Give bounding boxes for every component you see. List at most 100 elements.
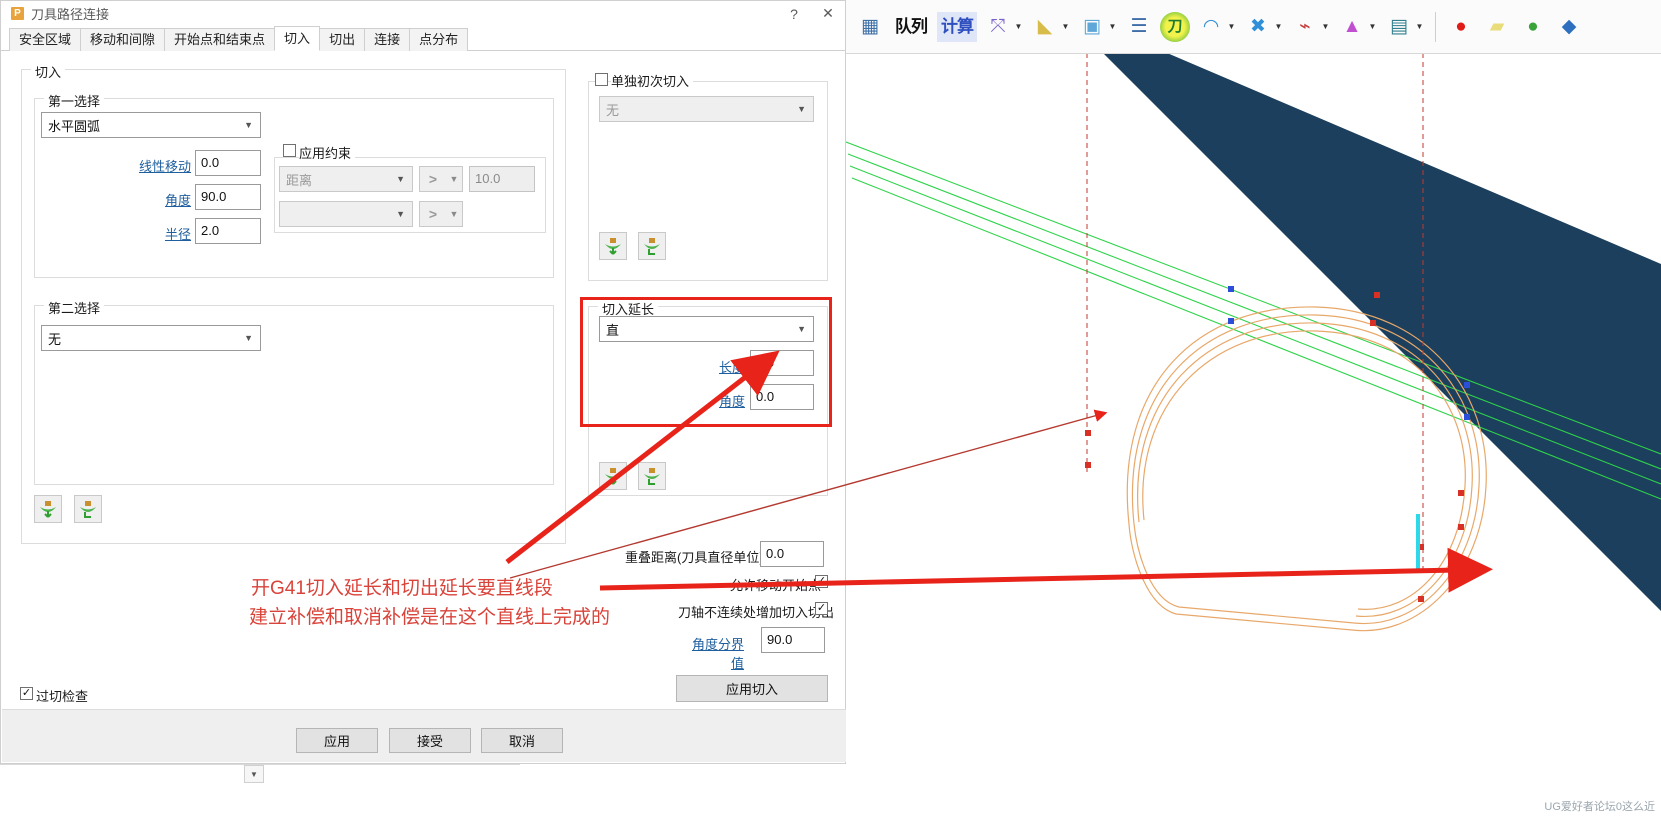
csys-axis-icon[interactable]: ⤧ — [983, 12, 1013, 42]
overlap-distance-label: 重叠距离(刀具直径单位) — [625, 550, 764, 565]
axis-discontinuity-checkbox[interactable]: ✓ — [815, 602, 828, 615]
tool-knife-icon[interactable]: 刀 — [1160, 11, 1190, 42]
chevron-down-icon[interactable]: ▼ — [1367, 12, 1378, 42]
calculator-icon[interactable]: ▦ — [855, 12, 885, 42]
boundary-loop-icon[interactable]: ◠ — [1196, 12, 1226, 42]
chevron-down-icon[interactable]: ▼ — [244, 333, 253, 343]
tab-lead-out[interactable]: 切出 — [319, 28, 366, 51]
chevron-down-icon[interactable]: ▼ — [797, 104, 806, 114]
machine-icon[interactable]: ▤ — [1384, 12, 1414, 42]
toolbar-item-block[interactable]: ▣ ▼ — [1074, 5, 1121, 49]
constraint-type-select-1[interactable]: 距离 ▼ — [279, 166, 413, 192]
toolbar-item-tool[interactable]: 刀 — [1157, 5, 1193, 49]
chevron-down-icon[interactable]: ▼ — [396, 174, 405, 184]
toolbar-item-pattern[interactable]: ✖ ▼ — [1240, 5, 1287, 49]
block-icon[interactable]: ▣ — [1077, 12, 1107, 42]
drill-tool-icon[interactable]: ⌁ — [1290, 12, 1320, 42]
pattern-star-icon[interactable]: ✖ — [1243, 12, 1273, 42]
separate-first-lead-in-checkbox[interactable] — [595, 73, 608, 86]
tab-connection[interactable]: 连接 — [364, 28, 411, 51]
apply-lead-in-button[interactable]: 应用切入 — [676, 675, 828, 702]
list-icon[interactable]: ☰ — [1124, 12, 1154, 42]
toolbar-item-calculator[interactable]: ▦ — [852, 5, 888, 49]
overlap-distance-input[interactable]: 0.0 — [760, 541, 824, 567]
chevron-down-icon[interactable]: ▼ — [1320, 12, 1331, 42]
chevron-down-icon[interactable]: ▼ — [396, 209, 405, 219]
apply-button[interactable]: 应用 — [296, 728, 378, 753]
chevron-down-icon[interactable]: ▼ — [1060, 12, 1071, 42]
separate-first-type-select[interactable]: 无 ▼ — [599, 96, 814, 122]
chevron-down-icon[interactable]: ▼ — [1414, 12, 1425, 42]
first-lead-in-plant-forward-icon[interactable] — [599, 232, 627, 260]
gouge-check-checkbox[interactable]: ✓ — [20, 687, 33, 700]
extend-plant-back-icon[interactable] — [638, 462, 666, 490]
scroll-down-icon[interactable]: ▼ — [244, 765, 264, 783]
lead-in-plant-back-icon[interactable] — [74, 495, 102, 523]
chevron-down-icon[interactable]: ▼ — [1107, 12, 1118, 42]
lead-in-plant-forward-icon[interactable] — [34, 495, 62, 523]
extend-plant-forward-icon[interactable] — [599, 462, 627, 490]
toolbar-item-record[interactable]: ● — [1443, 5, 1479, 49]
radius-input[interactable]: 2.0 — [195, 218, 261, 244]
allow-move-start-checkbox[interactable]: ✓ — [815, 575, 828, 588]
toolbar-item-drill[interactable]: ⌁ ▼ — [1287, 5, 1334, 49]
tab-safe-zone[interactable]: 安全区域 — [9, 28, 82, 51]
help-button[interactable]: ? — [777, 1, 811, 26]
queue-text-icon[interactable]: 队列 — [891, 12, 931, 42]
linear-move-label[interactable]: 线性移动 — [121, 156, 191, 175]
toolbar-item-machine[interactable]: ▤ ▼ — [1381, 5, 1428, 49]
toolbar-item-sphere[interactable]: ● — [1515, 5, 1551, 49]
tab-start-end-point[interactable]: 开始点和结束点 — [164, 28, 276, 51]
constraint-type-select-2[interactable]: ▼ — [279, 201, 413, 227]
chevron-down-icon[interactable]: ▼ — [1226, 12, 1237, 42]
chevron-down-icon[interactable]: ▼ — [446, 174, 462, 184]
tab-move-clearance[interactable]: 移动和间隙 — [80, 28, 166, 51]
extend-angle-input[interactable]: 0.0 — [750, 384, 814, 410]
toolbar-item-boundary[interactable]: ◠ ▼ — [1193, 5, 1240, 49]
toolbar-item-levels[interactable]: ▲ ▼ — [1334, 5, 1381, 49]
angle-threshold-input[interactable]: 90.0 — [761, 627, 825, 653]
chevron-down-icon[interactable]: ▼ — [1273, 12, 1284, 42]
toolbar-item-solid[interactable]: ◆ — [1551, 5, 1587, 49]
angle-input[interactable]: 90.0 — [195, 184, 261, 210]
chevron-down-icon[interactable]: ▼ — [797, 324, 806, 334]
dialog-titlebar[interactable]: P 刀具路径连接 ? ✕ — [1, 1, 845, 26]
surface-icon[interactable]: ◣ — [1030, 12, 1060, 42]
toolbar-item-list[interactable]: ☰ — [1121, 5, 1157, 49]
constraint-operator-1[interactable]: > ▼ — [419, 166, 463, 192]
constraint-value-1[interactable]: 10.0 — [469, 166, 535, 192]
angle-threshold-label[interactable]: 角度分界值 — [684, 634, 744, 672]
close-icon[interactable]: ✕ — [811, 1, 845, 26]
tab-point-distribution[interactable]: 点分布 — [409, 28, 469, 51]
cad-viewport[interactable] — [846, 54, 1661, 817]
calculate-text-icon[interactable]: 计算 — [937, 11, 977, 42]
chevron-down-icon[interactable]: ▼ — [244, 120, 253, 130]
constraint-operator-2[interactable]: > ▼ — [419, 201, 463, 227]
toolbar-item-plane[interactable]: ▰ — [1479, 5, 1515, 49]
extend-length-input[interactable]: 1.0 — [750, 350, 814, 376]
apply-constraint-checkbox[interactable] — [283, 144, 296, 157]
chevron-down-icon[interactable]: ▼ — [1013, 12, 1024, 42]
cancel-button[interactable]: 取消 — [481, 728, 563, 753]
toolbar-item-calculate[interactable]: 计算 — [934, 5, 980, 49]
toolbar-item-csys[interactable]: ⤧ ▼ — [980, 5, 1027, 49]
chevron-down-icon[interactable]: ▼ — [446, 209, 462, 219]
toolbar-item-surface[interactable]: ◣ ▼ — [1027, 5, 1074, 49]
accept-button[interactable]: 接受 — [389, 728, 471, 753]
extend-length-label[interactable]: 长度 — [701, 357, 745, 376]
sphere-green-icon[interactable]: ● — [1518, 12, 1548, 42]
tab-lead-in[interactable]: 切入 — [274, 26, 321, 51]
extend-angle-label[interactable]: 角度 — [701, 391, 745, 410]
solid-blue-icon[interactable]: ◆ — [1554, 12, 1584, 42]
first-choice-type-select[interactable]: 水平圆弧 ▼ — [41, 112, 261, 138]
extend-type-select[interactable]: 直 ▼ — [599, 316, 814, 342]
first-lead-in-plant-back-icon[interactable] — [638, 232, 666, 260]
stack-levels-icon[interactable]: ▲ — [1337, 12, 1367, 42]
toolbar-item-queue[interactable]: 队列 — [888, 5, 934, 49]
angle-label[interactable]: 角度 — [121, 190, 191, 209]
record-circle-icon[interactable]: ● — [1446, 12, 1476, 42]
plane-parallelogram-icon[interactable]: ▰ — [1482, 12, 1512, 42]
linear-move-input[interactable]: 0.0 — [195, 150, 261, 176]
second-choice-type-select[interactable]: 无 ▼ — [41, 325, 261, 351]
radius-label[interactable]: 半径 — [121, 224, 191, 243]
